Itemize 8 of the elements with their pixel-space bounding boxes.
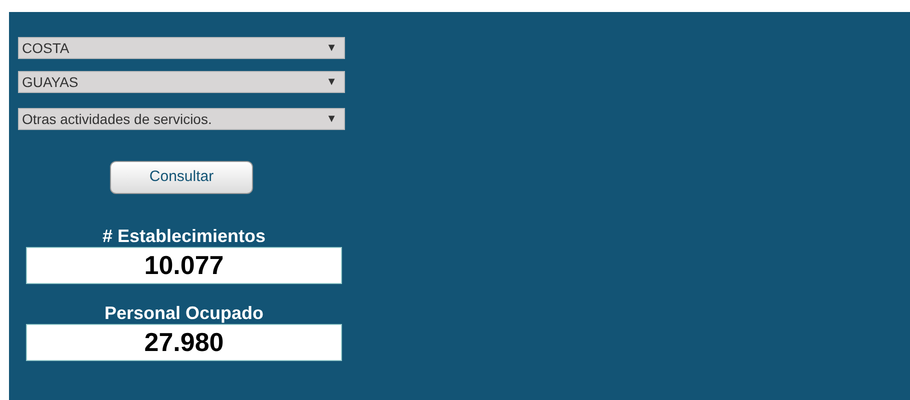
dropdown[interactable]: COSTA ▼ bbox=[18, 37, 345, 59]
result-value: 27.980 bbox=[26, 324, 342, 361]
result-value: 10.077 bbox=[26, 247, 342, 284]
result-label: Personal Ocupado bbox=[104, 303, 264, 324]
dropdown[interactable]: GUAYAS ▼ bbox=[18, 71, 345, 93]
result-label: # Establecimientos bbox=[102, 226, 266, 247]
dropdown[interactable]: Otras actividades de servicios. ▼ bbox=[18, 108, 345, 130]
consultar-button[interactable]: Consultar bbox=[110, 161, 253, 194]
